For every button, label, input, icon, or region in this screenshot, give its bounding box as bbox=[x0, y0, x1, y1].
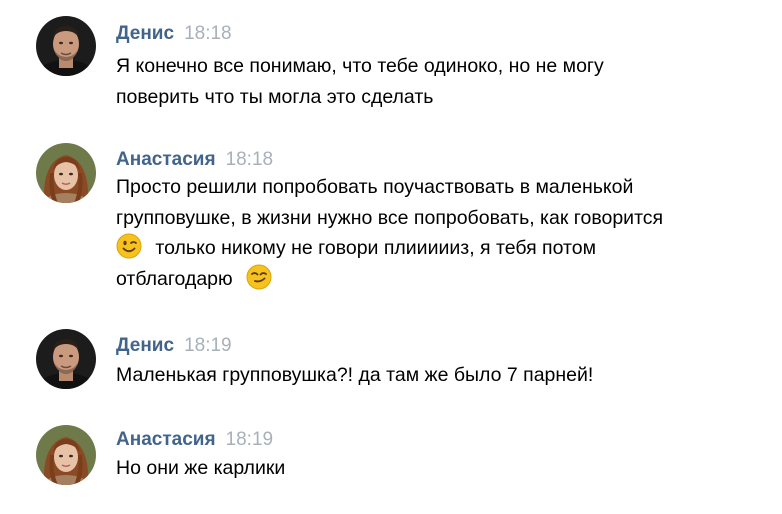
author-name[interactable]: Анастасия bbox=[116, 429, 216, 450]
author-name[interactable]: Денис bbox=[116, 335, 174, 356]
message-line: Просто решили попробовать поучаствовать … bbox=[116, 176, 634, 198]
woman-avatar-icon bbox=[36, 425, 96, 485]
man-avatar-icon bbox=[36, 16, 96, 76]
message-time: 18:18 bbox=[225, 149, 274, 170]
author-name[interactable]: Денис bbox=[116, 23, 174, 44]
message-line: Я конечно все понимаю, что тебе одиноко,… bbox=[116, 55, 604, 77]
message-time: 18:19 bbox=[225, 429, 274, 450]
wink-emoji-icon bbox=[116, 233, 142, 259]
message-line: только никому не говори плиииииз, я тебя… bbox=[155, 237, 596, 259]
message-header: Анастасия 18:19 bbox=[116, 428, 273, 452]
message-line-with-emoji: только никому не говори плиииииз, я тебя… bbox=[116, 233, 766, 264]
message-text: Но они же карлики bbox=[116, 453, 766, 484]
woman-avatar-icon bbox=[36, 143, 96, 203]
message-line: отблагодарю bbox=[116, 267, 233, 290]
avatar[interactable] bbox=[36, 16, 96, 76]
message-line: Но они же карлики bbox=[116, 457, 286, 479]
message-text: Просто решили попробовать поучаствовать … bbox=[116, 172, 766, 294]
author-name[interactable]: Анастасия bbox=[116, 149, 216, 170]
avatar[interactable] bbox=[36, 143, 96, 203]
avatar[interactable] bbox=[36, 425, 96, 485]
smirk-emoji-icon bbox=[246, 264, 272, 290]
message-line-with-emoji: отблагодарю bbox=[116, 264, 766, 295]
message-line: групповушке, в жизни нужно все попробова… bbox=[116, 206, 664, 229]
message-line: Маленькая групповушка?! да там же было 7… bbox=[116, 364, 594, 386]
message-time: 18:19 bbox=[184, 335, 232, 356]
message-line: поверить что ты могла это сделать bbox=[116, 85, 434, 108]
message-header: Денис 18:18 bbox=[116, 22, 232, 46]
message-text: Маленькая групповушка?! да там же было 7… bbox=[116, 360, 766, 391]
message-time: 18:18 bbox=[184, 23, 232, 44]
avatar[interactable] bbox=[36, 329, 96, 389]
man-avatar-icon bbox=[36, 329, 96, 389]
message-header: Анастасия 18:18 bbox=[116, 148, 273, 172]
message-header: Денис 18:19 bbox=[116, 334, 232, 358]
message-text: Я конечно все понимаю, что тебе одиноко,… bbox=[116, 51, 766, 112]
